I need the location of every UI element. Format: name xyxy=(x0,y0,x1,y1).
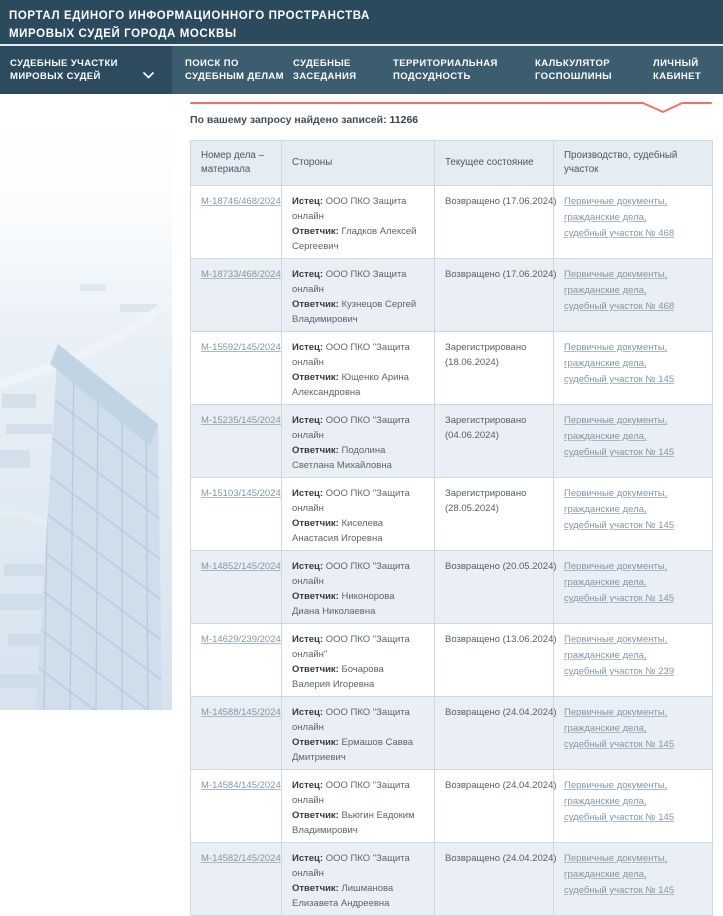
case-status: Зарегистрировано(28.05.2024) xyxy=(435,478,554,551)
plaintiff-label: Истец: xyxy=(292,415,323,426)
case-number-link[interactable]: М-18746/468/2024 xyxy=(201,196,281,207)
results-summary-text: По вашему запросу найдено записей: xyxy=(190,114,390,126)
nav-item-territorial-jurisdiction[interactable]: ТЕРРИТОРИАЛЬНАЯ ПОДСУДНОСТЬ xyxy=(393,46,498,94)
header-parties: Стороны xyxy=(282,141,435,186)
plaintiff-label: Истец: xyxy=(292,342,323,353)
case-number-link[interactable]: М-15103/145/2024 xyxy=(201,488,281,499)
city-aerial-background-image xyxy=(0,94,172,710)
case-status: Возвращено (13.06.2024) xyxy=(435,624,554,697)
case-number-link[interactable]: М-14584/145/2024 xyxy=(201,780,281,791)
case-number-link[interactable]: М-15235/145/2024 xyxy=(201,415,281,426)
nav-item-case-search[interactable]: ПОИСК ПО СУДЕБНЫМ ДЕЛАМ xyxy=(185,46,284,94)
production-link[interactable]: Первичные документы, гражданские дела, с… xyxy=(564,561,674,604)
table-row: М-18733/468/2024 Истец: ООО ПКО Защита о… xyxy=(191,259,713,332)
nav-item-court-districts[interactable]: СУДЕБНЫЕ УЧАСТКИ МИРОВЫХ СУДЕЙ xyxy=(0,46,172,94)
defendant-label: Ответчик: xyxy=(292,226,339,237)
nav-item-fee-calculator[interactable]: КАЛЬКУЛЯТОР ГОСПОШЛИНЫ xyxy=(535,46,612,94)
table-row: М-14584/145/2024 Истец: ООО ПКО "Защита … xyxy=(191,770,713,843)
nav-item-court-sessions[interactable]: СУДЕБНЫЕ ЗАСЕДАНИЯ xyxy=(293,46,357,94)
chevron-down-icon xyxy=(143,66,154,84)
results-count: 11266 xyxy=(390,114,419,126)
production-link[interactable]: Первичные документы, гражданские дела, с… xyxy=(564,707,674,750)
header-current-status: Текущее состояние xyxy=(435,141,554,186)
main-navigation: СУДЕБНЫЕ УЧАСТКИ МИРОВЫХ СУДЕЙ ПОИСК ПО … xyxy=(0,46,723,94)
defendant-label: Ответчик: xyxy=(292,518,339,529)
defendant-label: Ответчик: xyxy=(292,445,339,456)
table-header-row: Номер дела – материала Стороны Текущее с… xyxy=(191,141,713,186)
table-row: М-15103/145/2024 Истец: ООО ПКО "Защита … xyxy=(191,478,713,551)
plaintiff-label: Истец: xyxy=(292,196,323,207)
production-link[interactable]: Первичные документы, гражданские дела, с… xyxy=(564,780,674,823)
case-status: Возвращено (17.06.2024) xyxy=(435,259,554,332)
case-status: Возвращено (17.06.2024) xyxy=(435,186,554,259)
table-row: М-14629/239/2024 Истец: ООО ПКО "Защита … xyxy=(191,624,713,697)
production-link[interactable]: Первичные документы, гражданские дела, с… xyxy=(564,488,674,531)
table-row: М-15592/145/2024 Истец: ООО ПКО "Защита … xyxy=(191,332,713,405)
table-row: М-14852/145/2024 Истец: ООО ПКО "Защита … xyxy=(191,551,713,624)
plaintiff-label: Истец: xyxy=(292,269,323,280)
portal-header: ПОРТАЛ ЕДИНОГО ИНФОРМАЦИОННОГО ПРОСТРАНС… xyxy=(0,0,723,44)
case-number-link[interactable]: М-18733/468/2024 xyxy=(201,269,281,280)
production-link[interactable]: Первичные документы, гражданские дела, с… xyxy=(564,342,674,385)
plaintiff-label: Истец: xyxy=(292,780,323,791)
case-status: Зарегистрировано(04.06.2024) xyxy=(435,405,554,478)
plaintiff-label: Истец: xyxy=(292,561,323,572)
table-row: М-18746/468/2024 Истец: ООО ПКО Защита о… xyxy=(191,186,713,259)
case-status: Возвращено (24.04.2024) xyxy=(435,770,554,843)
defendant-label: Ответчик: xyxy=(292,883,339,894)
portal-title-line2: МИРОВЫХ СУДЕЙ ГОРОДА МОСКВЫ xyxy=(9,25,713,43)
production-link[interactable]: Первичные документы, гражданские дела, с… xyxy=(564,415,674,458)
results-table-body: М-18746/468/2024 Истец: ООО ПКО Защита о… xyxy=(191,186,713,916)
active-tab-indicator-line xyxy=(190,96,712,116)
defendant-label: Ответчик: xyxy=(292,372,339,383)
plaintiff-label: Истец: xyxy=(292,488,323,499)
results-table: Номер дела – материала Стороны Текущее с… xyxy=(190,140,713,916)
table-row: М-15235/145/2024 Истец: ООО ПКО "Защита … xyxy=(191,405,713,478)
case-number-link[interactable]: М-14852/145/2024 xyxy=(201,561,281,572)
plaintiff-label: Истец: xyxy=(292,634,323,645)
case-status: Возвращено (20.05.2024) xyxy=(435,551,554,624)
case-status: Возвращено (24.04.2024) xyxy=(435,843,554,916)
defendant-label: Ответчик: xyxy=(292,664,339,675)
portal-title-line1: ПОРТАЛ ЕДИНОГО ИНФОРМАЦИОННОГО ПРОСТРАНС… xyxy=(9,7,713,25)
header-production: Производство, судебный участок xyxy=(554,141,713,186)
production-link[interactable]: Первичные документы, гражданские дела, с… xyxy=(564,853,674,896)
production-link[interactable]: Первичные документы, гражданские дела, с… xyxy=(564,634,674,677)
case-status: Возвращено (24.04.2024) xyxy=(435,697,554,770)
case-number-link[interactable]: М-15592/145/2024 xyxy=(201,342,281,353)
defendant-label: Ответчик: xyxy=(292,591,339,602)
results-summary: По вашему запросу найдено записей: 11266 xyxy=(190,114,712,126)
header-case-number: Номер дела – материала xyxy=(191,141,282,186)
case-status: Зарегистрировано(18.06.2024) xyxy=(435,332,554,405)
nav-item-personal-cabinet[interactable]: ЛИЧНЫЙ КАБИНЕТ xyxy=(653,46,701,94)
defendant-label: Ответчик: xyxy=(292,737,339,748)
production-link[interactable]: Первичные документы, гражданские дела, с… xyxy=(564,269,674,312)
case-number-link[interactable]: М-14588/145/2024 xyxy=(201,707,281,718)
table-row: М-14582/145/2024 Истец: ООО ПКО "Защита … xyxy=(191,843,713,916)
case-number-link[interactable]: М-14629/239/2024 xyxy=(201,634,281,645)
plaintiff-label: Истец: xyxy=(292,853,323,864)
table-row: М-14588/145/2024 Истец: ООО ПКО "Защита … xyxy=(191,697,713,770)
defendant-label: Ответчик: xyxy=(292,299,339,310)
production-link[interactable]: Первичные документы, гражданские дела, с… xyxy=(564,196,674,239)
defendant-label: Ответчик: xyxy=(292,810,339,821)
case-number-link[interactable]: М-14582/145/2024 xyxy=(201,853,281,864)
plaintiff-label: Истец: xyxy=(292,707,323,718)
